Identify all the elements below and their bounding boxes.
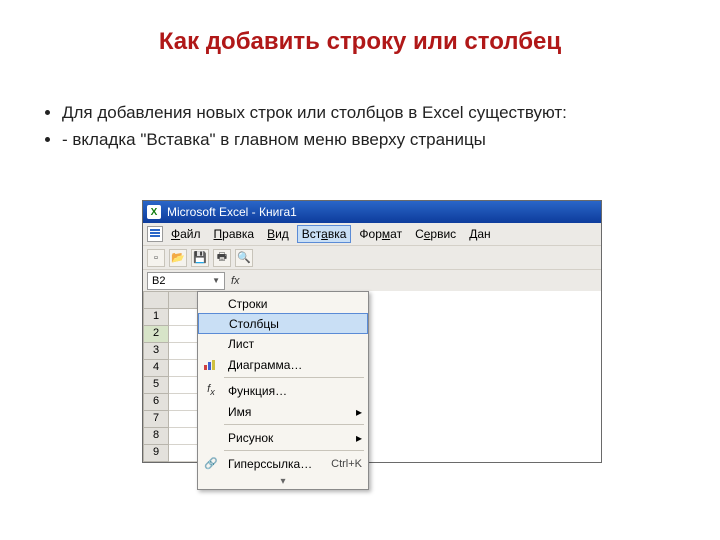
fx-label[interactable]: fx — [231, 275, 240, 287]
document-icon — [147, 226, 163, 242]
menu-item-chart[interactable]: Диаграмма… — [198, 354, 368, 375]
menu-edit[interactable]: Правка — [209, 225, 260, 243]
toolbar: ▫ 📂 💾 🖶 🔍 — [143, 245, 601, 269]
fx-icon: fx — [200, 382, 222, 400]
row-header[interactable]: 9 — [143, 445, 169, 462]
slide-title: Как добавить строку или столбец — [0, 0, 720, 64]
hyperlink-icon: 🔗 — [200, 455, 222, 473]
open-icon[interactable]: 📂 — [169, 249, 187, 267]
save-icon[interactable]: 💾 — [191, 249, 209, 267]
row-header[interactable]: 4 — [143, 360, 169, 377]
row-header[interactable]: 2 — [143, 326, 169, 343]
menu-view[interactable]: Вид — [262, 225, 294, 243]
menu-insert[interactable]: Вставка — [297, 225, 352, 243]
menu-item-function[interactable]: fxФункция… — [198, 380, 368, 401]
menu-item-columns[interactable]: Столбцы — [198, 313, 368, 334]
new-icon[interactable]: ▫ — [147, 249, 165, 267]
menu-format[interactable]: Формат — [354, 225, 407, 243]
print-preview-icon[interactable]: 🔍 — [235, 249, 253, 267]
menu-item-rows[interactable]: Строки — [198, 293, 368, 314]
separator — [224, 424, 364, 425]
chevron-down-icon: ▼ — [212, 276, 220, 285]
spreadsheet-grid: A B 1 2 3 4 5 6 7 8 9 Строки Столбцы Лис… — [143, 291, 601, 462]
row-header[interactable]: 1 — [143, 309, 169, 326]
menu-tools[interactable]: Сервис — [410, 225, 461, 243]
menu-item-picture[interactable]: Рисунок▸ — [198, 427, 368, 448]
separator — [224, 450, 364, 451]
bullet-1: Для добавления новых строк или столбцов … — [62, 102, 680, 125]
chart-icon — [200, 356, 222, 374]
name-box[interactable]: B2▼ — [147, 272, 225, 290]
chevron-right-icon: ▸ — [356, 405, 362, 419]
row-header[interactable]: 6 — [143, 394, 169, 411]
expand-icon[interactable]: ▾ — [198, 474, 368, 488]
separator — [224, 377, 364, 378]
excel-icon: X — [147, 205, 161, 219]
excel-window: X Microsoft Excel - Книга1 Файл Правка В… — [142, 200, 602, 463]
menubar: Файл Правка Вид Вставка Формат Сервис Да… — [143, 223, 601, 245]
insert-menu-dropdown: Строки Столбцы Лист Диаграмма… fxФункция… — [197, 291, 369, 490]
formula-bar: B2▼ fx — [143, 269, 601, 291]
row-header[interactable]: 8 — [143, 428, 169, 445]
slide-bullets: Для добавления новых строк или столбцов … — [52, 102, 680, 152]
menu-item-hyperlink[interactable]: 🔗Гиперссылка…Ctrl+K — [198, 453, 368, 474]
row-header[interactable]: 7 — [143, 411, 169, 428]
titlebar: X Microsoft Excel - Книга1 — [143, 201, 601, 223]
print-icon[interactable]: 🖶 — [213, 249, 231, 267]
menu-file[interactable]: Файл — [166, 225, 206, 243]
chevron-right-icon: ▸ — [356, 431, 362, 445]
menu-item-sheet[interactable]: Лист — [198, 333, 368, 354]
row-header[interactable]: 5 — [143, 377, 169, 394]
select-all-corner[interactable] — [143, 291, 169, 309]
titlebar-text: Microsoft Excel - Книга1 — [167, 205, 297, 219]
row-header[interactable]: 3 — [143, 343, 169, 360]
bullet-2: - вкладка "Вставка" в главном меню вверх… — [62, 129, 680, 152]
menu-item-name[interactable]: Имя▸ — [198, 401, 368, 422]
menu-data[interactable]: Дан — [464, 225, 495, 243]
